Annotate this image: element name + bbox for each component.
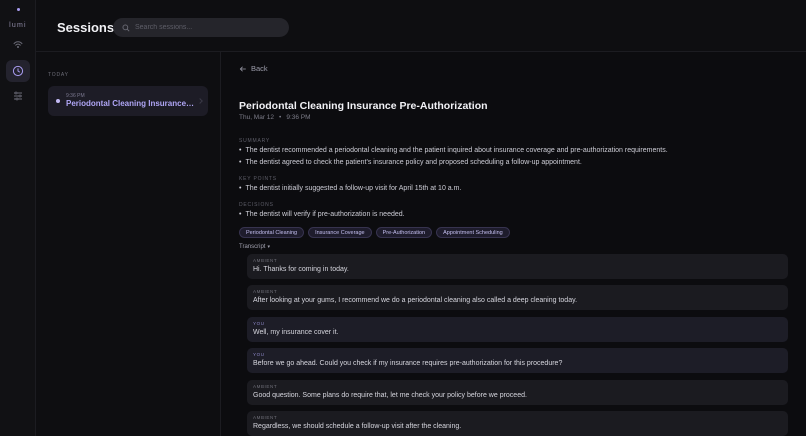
key-points-label: KEY POINTS bbox=[239, 176, 277, 182]
session-title: Periodontal Cleaning Insurance Pre-Autho… bbox=[66, 99, 196, 108]
tag-chip[interactable]: Periodontal Cleaning bbox=[239, 227, 305, 238]
tag-chip[interactable]: Insurance Coverage bbox=[308, 227, 372, 238]
rail-button-live[interactable] bbox=[6, 35, 30, 57]
message-text: After looking at your gums, I recommend … bbox=[253, 297, 578, 304]
rail-button-settings[interactable] bbox=[6, 85, 30, 107]
arrow-left-icon bbox=[239, 65, 246, 72]
page-title: Sessions bbox=[57, 20, 115, 35]
transcript-message: YOU Before we go ahead. Could you check … bbox=[247, 348, 788, 373]
key-point-item: The dentist initially suggested a follow… bbox=[239, 185, 461, 192]
tag-chip[interactable]: Appointment Scheduling bbox=[436, 227, 510, 238]
header: Sessions bbox=[36, 0, 806, 52]
logo-dot bbox=[16, 8, 20, 11]
speaker-label: AMBIENT bbox=[253, 289, 278, 294]
caret-down-icon: ▾ bbox=[267, 244, 270, 250]
transcript-label: Transcript bbox=[239, 244, 266, 250]
session-status-dot bbox=[56, 99, 60, 103]
message-text: Good question. Some plans do require tha… bbox=[253, 392, 527, 399]
decision-item: The dentist will verify if pre-authoriza… bbox=[239, 211, 404, 218]
message-text: Regardless, we should schedule a follow-… bbox=[253, 423, 462, 430]
decisions-label: DECISIONS bbox=[239, 202, 274, 208]
detail-title: Periodontal Cleaning Insurance Pre-Autho… bbox=[239, 100, 488, 112]
summary-item: The dentist recommended a periodontal cl… bbox=[239, 147, 667, 154]
sliders-icon bbox=[14, 91, 22, 101]
detail-meta: Thu, Mar 12 • 9:36 PM bbox=[239, 114, 311, 121]
clock-icon bbox=[12, 65, 24, 77]
meta-separator: • bbox=[279, 114, 282, 121]
icon-rail: lumi bbox=[0, 0, 36, 436]
transcript-message: AMBIENT Regardless, we should schedule a… bbox=[247, 411, 788, 436]
rail-button-sessions[interactable] bbox=[6, 60, 30, 82]
detail-time: 9:36 PM bbox=[286, 114, 311, 121]
speaker-label: YOU bbox=[253, 321, 265, 326]
message-text: Well, my insurance cover it. bbox=[253, 329, 339, 336]
session-list: TODAY 9:36 PM Periodontal Cleaning Insur… bbox=[36, 52, 221, 436]
speaker-label: AMBIENT bbox=[253, 258, 278, 263]
detail-date: Thu, Mar 12 bbox=[239, 114, 275, 121]
session-detail: Back Periodontal Cleaning Insurance Pre-… bbox=[222, 52, 806, 436]
transcript-message: AMBIENT After looking at your gums, I re… bbox=[247, 285, 788, 310]
message-text: Before we go ahead. Could you check if m… bbox=[253, 360, 563, 367]
search-input[interactable] bbox=[135, 24, 285, 31]
speaker-label: AMBIENT bbox=[253, 415, 278, 420]
speaker-label: AMBIENT bbox=[253, 384, 278, 389]
back-label: Back bbox=[251, 64, 268, 73]
message-text: Hi. Thanks for coming in today. bbox=[253, 266, 349, 273]
summary-item: The dentist agreed to check the patient'… bbox=[239, 159, 581, 166]
logo-text: lumi bbox=[9, 22, 27, 29]
summary-label: SUMMARY bbox=[239, 138, 271, 144]
transcript-message: AMBIENT Hi. Thanks for coming in today. bbox=[247, 254, 788, 279]
group-label-today: TODAY bbox=[48, 72, 69, 78]
tag-list: Periodontal Cleaning Insurance Coverage … bbox=[239, 227, 510, 238]
chevron-right-icon bbox=[197, 98, 203, 104]
search-box[interactable] bbox=[113, 18, 289, 37]
broadcast-icon bbox=[13, 41, 23, 48]
back-button[interactable]: Back bbox=[239, 64, 268, 73]
transcript-toggle[interactable]: Transcript ▾ bbox=[239, 244, 270, 250]
search-icon bbox=[122, 24, 130, 32]
transcript-message: AMBIENT Good question. Some plans do req… bbox=[247, 380, 788, 405]
speaker-label: YOU bbox=[253, 352, 265, 357]
tag-chip[interactable]: Pre-Authorization bbox=[375, 227, 433, 238]
session-item[interactable]: 9:36 PM Periodontal Cleaning Insurance P… bbox=[48, 86, 208, 116]
transcript-message: YOU Well, my insurance cover it. bbox=[247, 317, 788, 342]
app-logo: lumi bbox=[0, 8, 36, 32]
